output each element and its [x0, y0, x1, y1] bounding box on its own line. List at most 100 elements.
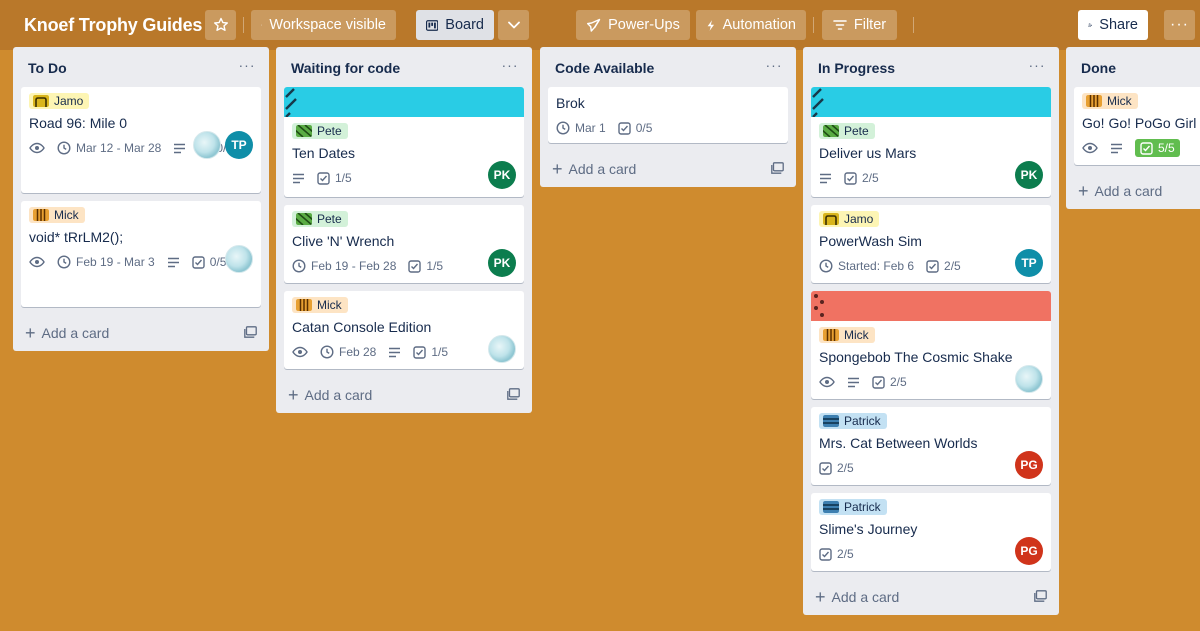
workspace-visibility-button[interactable]: Workspace visible	[251, 10, 396, 40]
member-avatar[interactable]: PG	[1015, 537, 1043, 565]
description-icon	[820, 173, 831, 183]
add-card-label: Add a card	[304, 387, 373, 403]
card-members: TP	[1015, 249, 1043, 277]
checklist-badge: 1/5	[408, 259, 443, 273]
clock-icon	[819, 259, 833, 273]
card-badges: Started: Feb 6 2/5	[819, 255, 1043, 277]
star-button[interactable]	[205, 10, 236, 40]
card-badges: 5/5	[1082, 137, 1200, 159]
add-card-button[interactable]: + Add a card	[13, 315, 269, 351]
filter-button[interactable]: Filter	[822, 10, 897, 40]
checklist-icon	[844, 171, 857, 185]
card-template-icon[interactable]	[1034, 590, 1047, 602]
card-label: Mick	[819, 327, 875, 343]
more-icon: ···	[765, 57, 783, 73]
checklist-count: 5/5	[1158, 141, 1175, 155]
checklist-count: 2/5	[837, 547, 854, 561]
more-icon: ···	[501, 57, 519, 73]
card-members: TP	[193, 131, 253, 159]
member-avatar[interactable]	[193, 131, 221, 159]
people-icon	[261, 24, 263, 26]
card-title: void* tRrLM2();	[29, 229, 124, 245]
card-slimes-journey[interactable]: Patrick Slime's Journey 2/5 PG	[811, 493, 1051, 571]
card-powerwash-sim[interactable]: Jamo PowerWash Sim Started: Feb 6 2/5 TP	[811, 205, 1051, 283]
checklist-badge: 0/5	[617, 121, 652, 135]
power-ups-button[interactable]: Power-Ups	[576, 10, 690, 40]
card-template-icon[interactable]	[771, 162, 784, 174]
list-title[interactable]: Done	[1081, 60, 1116, 76]
member-avatar[interactable]: PK	[1015, 161, 1043, 189]
view-switcher-button[interactable]	[498, 10, 529, 40]
checklist-count: 1/5	[335, 171, 352, 185]
share-button[interactable]: Share	[1078, 10, 1148, 40]
list-to-do: To Do ··· Jamo Road 96: Mile 0 Mar 12 - …	[13, 47, 269, 351]
add-card-button[interactable]: + Add a card	[803, 579, 1059, 615]
list-menu-button[interactable]: ···	[764, 57, 784, 73]
member-avatar[interactable]: PK	[488, 161, 516, 189]
board-view-icon	[426, 19, 439, 31]
card-clive-n-wrench[interactable]: Pete Clive 'N' Wrench Feb 19 - Feb 28 1/…	[284, 205, 524, 283]
checklist-count: 2/5	[944, 259, 961, 273]
member-avatar[interactable]	[488, 335, 516, 363]
list-header: In Progress ···	[803, 47, 1059, 87]
card-ten-dates[interactable]: Pete Ten Dates 1/5 PK	[284, 87, 524, 197]
cover-pattern-icon	[812, 88, 824, 117]
power-ups-label: Power-Ups	[608, 17, 680, 33]
board-menu-button[interactable]: ···	[1164, 10, 1195, 40]
card-title: Spongebob The Cosmic Shake	[819, 349, 1013, 365]
card-template-icon[interactable]	[244, 326, 257, 338]
card-catan-console-edition[interactable]: Mick Catan Console Edition Feb 28 1/5	[284, 291, 524, 369]
add-card-label: Add a card	[831, 589, 900, 605]
add-card-button[interactable]: + Add a card	[276, 377, 532, 413]
member-avatar[interactable]: TP	[1015, 249, 1043, 277]
add-card-button[interactable]: + Add a card	[1066, 173, 1200, 209]
member-avatar[interactable]: PG	[1015, 451, 1043, 479]
list-code-available: Code Available ··· Brok Mar 1 0/5 + Add …	[540, 47, 796, 187]
start-date-badge: Started: Feb 6	[819, 259, 914, 273]
member-avatar[interactable]: PK	[488, 249, 516, 277]
due-date-text: Mar 1	[575, 121, 606, 135]
card-deliver-us-mars[interactable]: Pete Deliver us Mars 2/5 PK	[811, 87, 1051, 197]
card-go-go-pogo-girl[interactable]: Mick Go! Go! PoGo Girl 5/5	[1074, 87, 1200, 165]
checklist-icon	[926, 259, 939, 273]
card-brok[interactable]: Brok Mar 1 0/5	[548, 87, 788, 143]
list-menu-button[interactable]: ···	[500, 57, 520, 73]
checklist-count: 0/5	[209, 255, 227, 269]
card-void-trrlm2[interactable]: Mick void* tRrLM2(); Feb 19 - Mar 3 0/5	[21, 201, 261, 307]
automation-button[interactable]: Automation	[696, 10, 806, 40]
card-label-text: Jamo	[844, 212, 874, 226]
card-members: PK	[488, 161, 516, 189]
board-view-button[interactable]: Board	[416, 10, 494, 40]
card-title: PowerWash Sim	[819, 233, 922, 249]
list-title[interactable]: Code Available	[555, 60, 654, 76]
due-date-badge: Feb 19 - Mar 3	[57, 255, 155, 269]
member-avatar[interactable]: TP	[225, 131, 253, 159]
checklist-badge: 0/5	[192, 255, 227, 269]
card-title: Ten Dates	[292, 145, 356, 161]
description-badge	[173, 143, 186, 154]
label-pattern-icon	[33, 209, 49, 221]
card-road-96[interactable]: Jamo Road 96: Mile 0 Mar 12 - Mar 28 0/5…	[21, 87, 261, 193]
add-card-button[interactable]: + Add a card	[540, 151, 796, 187]
label-pattern-icon	[1086, 95, 1102, 107]
card-title: Go! Go! PoGo Girl	[1082, 115, 1197, 131]
cover-pattern-icon	[814, 294, 824, 317]
checklist-badge: 1/5	[413, 345, 448, 359]
card-title: Clive 'N' Wrench	[292, 233, 395, 249]
list-title[interactable]: Waiting for code	[291, 60, 400, 76]
clock-icon	[320, 345, 334, 359]
member-avatar[interactable]	[1015, 365, 1043, 393]
card-spongebob-cosmic-shake[interactable]: Mick Spongebob The Cosmic Shake 2/5	[811, 291, 1051, 399]
description-badge	[819, 173, 832, 184]
label-pattern-icon	[823, 501, 839, 513]
list-waiting-for-code: Waiting for code ··· Pete Ten Dates 1/5 …	[276, 47, 532, 413]
list-title[interactable]: In Progress	[818, 60, 895, 76]
board-title[interactable]: Knoef Trophy Guides	[24, 15, 202, 36]
list-title[interactable]: To Do	[28, 60, 67, 76]
list-menu-button[interactable]: ···	[237, 57, 257, 73]
list-menu-button[interactable]: ···	[1027, 57, 1047, 73]
member-avatar[interactable]	[225, 245, 253, 273]
card-template-icon[interactable]	[507, 388, 520, 400]
card-mrs-cat-between-worlds[interactable]: Patrick Mrs. Cat Between Worlds 2/5 PG	[811, 407, 1051, 485]
add-card-label: Add a card	[568, 161, 637, 177]
